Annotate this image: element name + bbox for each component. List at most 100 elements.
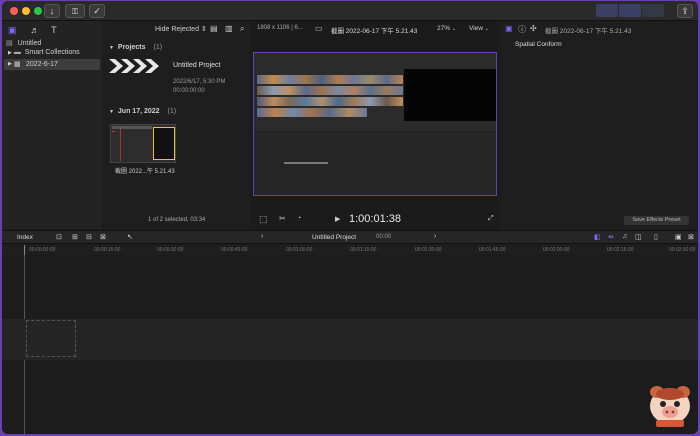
sidebar-item-event[interactable]: ▶ ▦ 2022-6-17: [4, 59, 100, 70]
disclosure-icon: ▶: [8, 61, 12, 67]
snapping-icon[interactable]: ◫: [635, 233, 642, 241]
titles-generators-icon[interactable]: T: [51, 25, 57, 35]
check-circle-icon: ✓: [93, 6, 101, 16]
transform-icon[interactable]: ✣: [530, 24, 537, 33]
effects-browser-icon[interactable]: ▣: [675, 233, 682, 241]
play-icon[interactable]: ▶: [335, 215, 340, 223]
libraries-icon[interactable]: ▣: [8, 25, 17, 35]
event-icon: ▦: [14, 61, 21, 68]
skimming-icon[interactable]: ⇹: [608, 233, 614, 241]
import-button[interactable]: ↓: [44, 4, 60, 18]
timecode-display[interactable]: 1:00:01:38: [349, 213, 401, 225]
chevron-down-icon: ⌄: [451, 26, 457, 32]
speed-icon[interactable]: ◔: [297, 215, 301, 222]
append-clip-icon[interactable]: ⊟: [86, 233, 92, 241]
viewer-resolution: 1808 x 1106 | 6...: [257, 25, 303, 31]
zoom-value: 27%: [437, 25, 451, 32]
ruler-label: 00:00:15:00: [94, 247, 121, 253]
key-icon: ⚿: [71, 7, 79, 16]
save-effects-preset-button[interactable]: Save Effects Preset: [624, 216, 689, 225]
trim-tool-icon[interactable]: ✂: [279, 214, 286, 223]
video-inspector-icon[interactable]: ▣: [505, 24, 513, 33]
fullscreen-icon[interactable]: ⤢: [488, 215, 494, 223]
view-popup[interactable]: View ⌄: [469, 25, 489, 32]
clip-thumbnail[interactable]: [110, 124, 176, 163]
timeline-duration: 00:00: [376, 234, 392, 240]
ruler-label: 00:01:15:00: [350, 247, 377, 253]
viewer-clip-title: 截圖 2022-06-17 下午 5.21.43: [331, 28, 418, 35]
clapper-icon: [109, 59, 159, 73]
project-thumbnail[interactable]: [109, 59, 165, 73]
clip-selection-range[interactable]: [153, 127, 175, 160]
layout-inspector-toggle[interactable]: [642, 4, 664, 17]
disclosure-open-icon: ▼: [109, 109, 114, 115]
layout-timeline-toggle[interactable]: [619, 4, 641, 17]
back-arrow-icon[interactable]: ‹: [261, 233, 263, 240]
projects-heading: Projects: [117, 44, 146, 51]
ruler-label: 00:01:30:00: [415, 247, 442, 253]
photos-audio-icon[interactable]: ♬: [30, 25, 39, 35]
clip-appearance-icon[interactable]: ▤: [210, 24, 218, 33]
screenshot-timeline-area: [254, 132, 496, 195]
clip-appearance-timeline-icon[interactable]: ▯: [654, 233, 658, 241]
project-duration: 00:00:00:00: [173, 88, 205, 94]
share-button[interactable]: ⇪: [677, 4, 693, 18]
ruler-label: 00:02:00:00: [543, 247, 570, 253]
ruler-label: 00:00:00:00: [29, 247, 56, 253]
filter-popup[interactable]: Hide Rejected ⇕: [155, 25, 207, 33]
project-date: 2022/6/17, 5:30 PM: [173, 79, 226, 85]
layout-browser-toggle[interactable]: [596, 4, 618, 17]
timeline-toolbar: Index ⊡ ⊞ ⊟ ⊠ ↖ ‹ Untitled Project 00:00…: [2, 230, 698, 244]
clip-info-icon: ▭: [315, 24, 323, 33]
mascot-watermark: [647, 384, 693, 428]
background-tasks-button[interactable]: ✓: [89, 4, 105, 18]
library-row[interactable]: ▤ Untitled: [6, 39, 41, 47]
ruler-label: 00:00:30:00: [157, 247, 184, 253]
transform-tool-icon[interactable]: ⬚: [259, 214, 268, 225]
project-name[interactable]: Untitled Project: [173, 62, 220, 69]
filmstrip-icon[interactable]: ▥: [225, 24, 233, 33]
timeline-ruler[interactable]: 00:00:00:00 00:00:15:00 00:00:30:00 00:0…: [2, 245, 698, 255]
primary-storyline[interactable]: [2, 319, 698, 360]
disclosure-open-icon: ▼: [109, 45, 114, 51]
clip-skimming-icon[interactable]: ◧: [594, 233, 601, 241]
forward-arrow-icon[interactable]: ›: [434, 233, 436, 240]
viewer-panel: 1808 x 1106 | 6... ▭ 截圖 2022-06-17 下午 5.…: [251, 21, 498, 229]
keyword-button[interactable]: ⚿: [65, 4, 85, 18]
headphones-icon[interactable]: ♫: [622, 233, 627, 240]
connect-clip-icon[interactable]: ⊡: [56, 233, 62, 241]
app-window: ↓ ⚿ ✓ ⇪ ▣ ♬ T ▤ Untitled ▶ ▬ Smart Colle…: [2, 1, 698, 434]
transitions-browser-icon[interactable]: ⊠: [688, 233, 694, 241]
clip-name: 截圖 2022...午 5.21.43: [115, 169, 175, 175]
library-icon: ▤: [6, 40, 13, 47]
overwrite-clip-icon[interactable]: ⊠: [100, 233, 106, 241]
zoom-popup[interactable]: 27% ⌄: [437, 25, 456, 32]
search-icon[interactable]: ⌕: [240, 24, 244, 34]
projects-count: (1): [153, 44, 163, 51]
chevron-updown-icon: ⇕: [200, 26, 207, 33]
insert-clip-icon[interactable]: ⊞: [72, 233, 78, 241]
download-arrow-icon: ↓: [49, 6, 55, 16]
timeline-project-name[interactable]: Untitled Project: [312, 234, 356, 241]
projects-section-header[interactable]: ▼ Projects (1): [109, 44, 162, 51]
sidebar-item-smart-collections[interactable]: ▶ ▬ Smart Collections: [8, 49, 80, 56]
inspector-panel: ▣ ⓘ ✣ 截圖 2022-06-17 下午 5.21.43 Spatial C…: [499, 21, 698, 229]
folder-icon: ▬: [13, 49, 21, 56]
select-tool-icon[interactable]: ↖: [127, 233, 133, 241]
index-button[interactable]: Index: [17, 234, 33, 241]
date-heading: Jun 17, 2022: [117, 108, 160, 115]
spatial-conform-heading[interactable]: Spatial Conform: [515, 41, 562, 48]
ruler-label: 00:02:30:00: [669, 247, 696, 253]
close-window-button[interactable]: [10, 7, 18, 15]
filter-label: Hide Rejected: [155, 26, 199, 33]
info-icon[interactable]: ⓘ: [518, 24, 526, 35]
viewer-frame[interactable]: [253, 52, 497, 196]
date-count: (1): [167, 108, 177, 115]
event-date-section-header[interactable]: ▼ Jun 17, 2022 (1): [109, 108, 176, 115]
timeline-track-area[interactable]: [2, 255, 698, 434]
minimize-window-button[interactable]: [22, 7, 30, 15]
ruler-label: 00:00:45:00: [221, 247, 248, 253]
title-bar: ↓ ⚿ ✓ ⇪: [2, 1, 698, 21]
zoom-window-button[interactable]: [34, 7, 42, 15]
sidebar-item-label: 2022-6-17: [26, 61, 58, 68]
